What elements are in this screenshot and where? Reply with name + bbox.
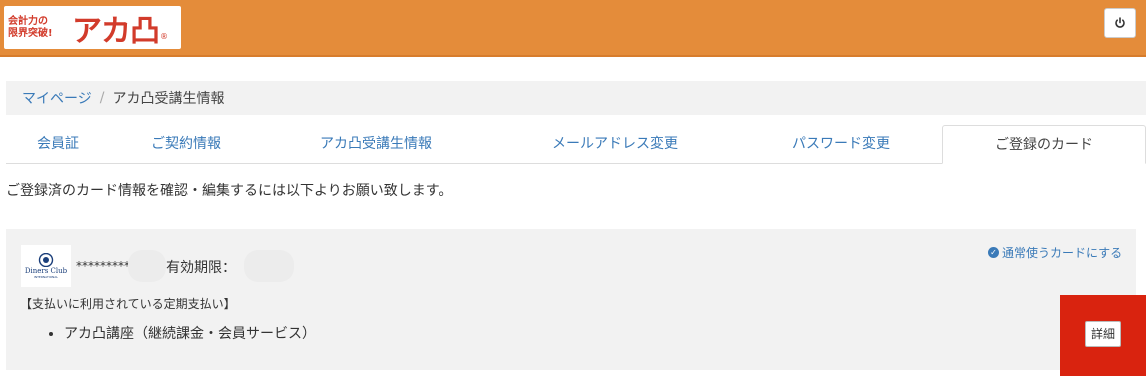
app-header: 会計力の 限界突破! アカ凸 ® (0, 0, 1146, 57)
set-default-card-link[interactable]: ✓ 通常使うカードにする (988, 244, 1122, 261)
card-panel: Diners Club INTERNATIONAL ********* 有効期限… (6, 229, 1136, 370)
recurring-payments-list: アカ凸講座（継続課金・会員サービス） (46, 323, 316, 343)
tab-bar: 会員証 ご契約情報 アカ凸受講生情報 メールアドレス変更 パスワード変更 ご登録… (6, 125, 1146, 164)
diners-club-sub: INTERNATIONAL (33, 275, 59, 279)
list-item: アカ凸講座（継続課金・会員サービス） (64, 323, 316, 343)
redacted-card-digits (128, 250, 166, 282)
breadcrumb-mypage-link[interactable]: マイページ (22, 88, 92, 108)
recurring-payments-heading: 【支払いに利用されている定期支払い】 (20, 297, 236, 311)
intro-text: ご登録済のカード情報を確認・編集するには以下よりお願い致します。 (6, 183, 453, 199)
tab-registered-cards[interactable]: ご登録のカード (942, 125, 1146, 164)
tab-contract-info[interactable]: ご契約情報 (110, 125, 262, 163)
power-icon (1115, 17, 1125, 28)
detail-button[interactable]: 詳細 (1085, 321, 1121, 347)
logo-wordmark: アカ凸 (72, 13, 160, 49)
breadcrumb: マイページ / アカ凸受講生情報 (6, 81, 1146, 115)
tab-membership-card[interactable]: 会員証 (6, 125, 110, 163)
logo-tagline: 会計力の 限界突破! (8, 10, 70, 45)
site-logo[interactable]: 会計力の 限界突破! アカ凸 ® (4, 6, 181, 49)
breadcrumb-current: アカ凸受講生情報 (112, 91, 225, 107)
masked-card-number: ********* (76, 259, 130, 273)
check-circle-icon: ✓ (988, 247, 999, 258)
set-default-card-label: 通常使うカードにする (1002, 246, 1123, 260)
tab-email-change[interactable]: メールアドレス変更 (490, 125, 740, 163)
redacted-expiry (244, 250, 294, 282)
diners-club-logo: Diners Club INTERNATIONAL (21, 245, 71, 287)
tab-password-change[interactable]: パスワード変更 (740, 125, 942, 163)
diners-club-icon (38, 253, 54, 267)
expiry-label: 有効期限： (166, 260, 236, 276)
logout-button[interactable] (1104, 8, 1136, 38)
diners-club-name: Diners Club (24, 267, 68, 275)
breadcrumb-separator: / (99, 90, 105, 106)
logo-registered-mark: ® (160, 32, 168, 41)
tab-student-info[interactable]: アカ凸受講生情報 (262, 125, 490, 163)
